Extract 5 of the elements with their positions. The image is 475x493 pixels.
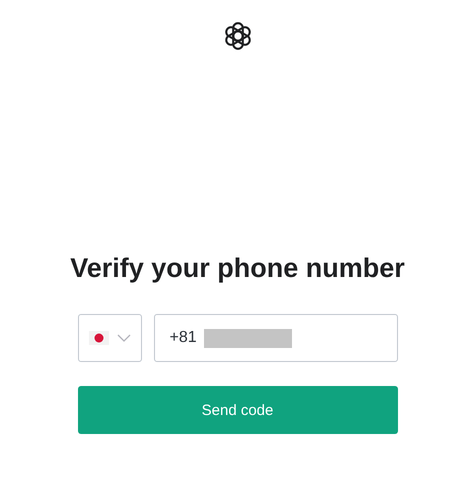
phone-field[interactable]: +81 bbox=[154, 314, 398, 362]
country-select[interactable] bbox=[78, 314, 142, 362]
heading: Verify your phone number bbox=[70, 252, 405, 285]
chevron-down-icon bbox=[116, 334, 130, 342]
flag-icon bbox=[88, 331, 108, 345]
